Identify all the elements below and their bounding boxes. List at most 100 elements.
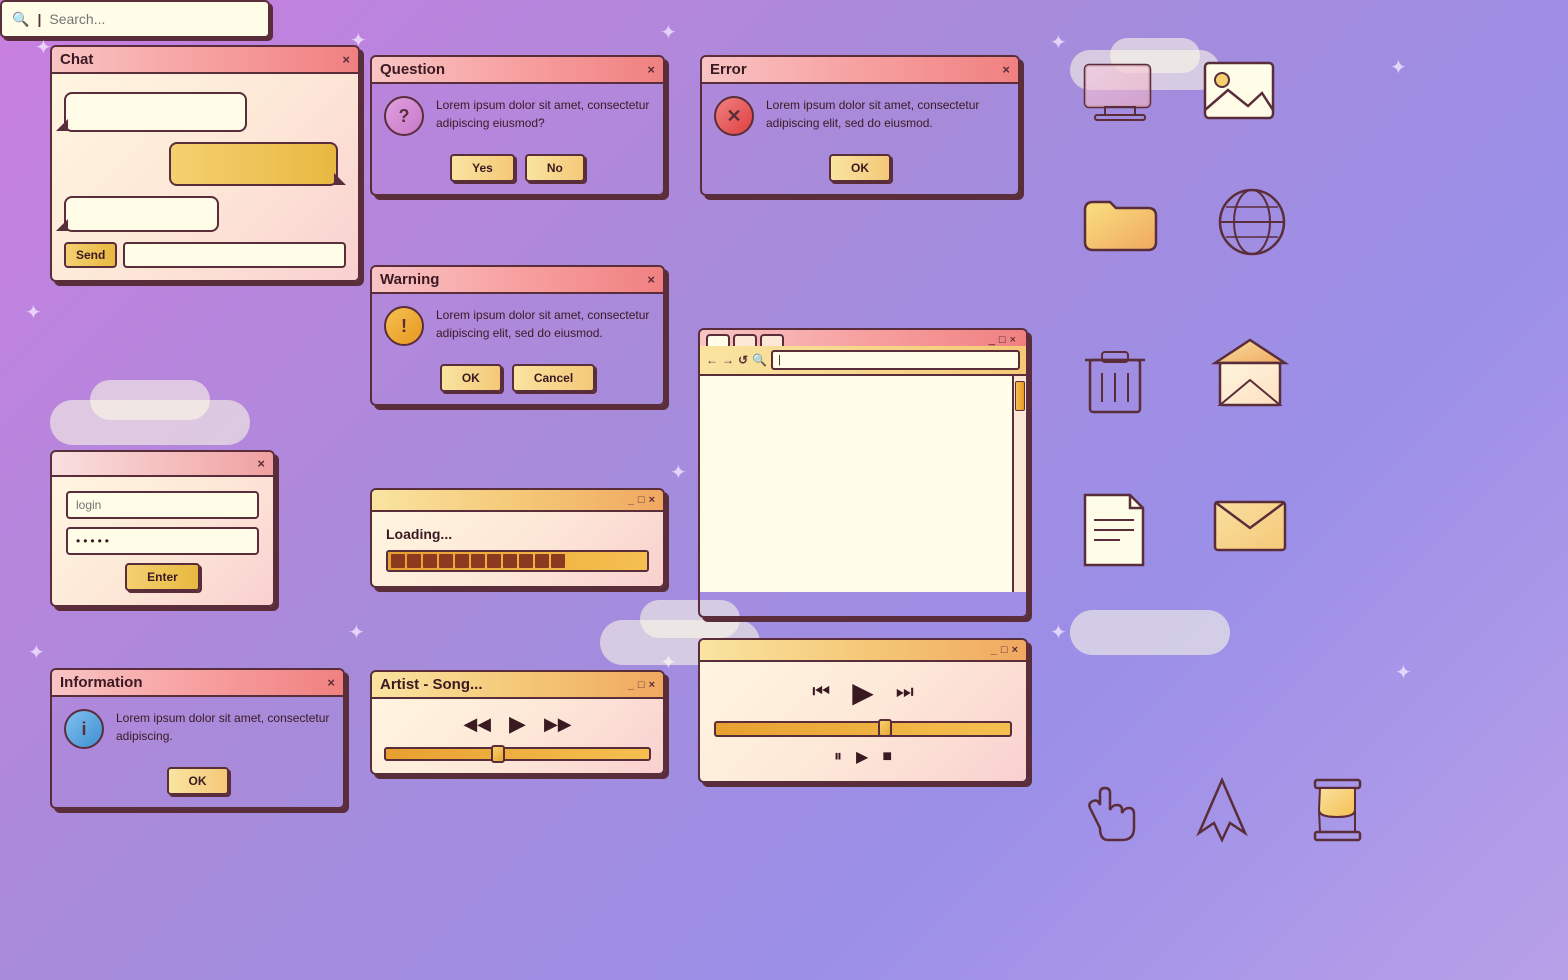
music-large-body: ⏮ ▶ ⏭ ⏸ ▶ ■ bbox=[700, 662, 1026, 781]
stop-button[interactable]: ■ bbox=[882, 748, 892, 766]
pause-button[interactable]: ⏸ bbox=[834, 748, 842, 766]
loading-close-btn[interactable]: × bbox=[649, 494, 655, 506]
folder-icon-container bbox=[1080, 190, 1160, 260]
login-input[interactable] bbox=[66, 491, 259, 519]
music-large-slider[interactable] bbox=[714, 721, 1012, 737]
browser-close-btn[interactable]: × bbox=[1010, 334, 1016, 346]
question-icon: ? bbox=[384, 96, 424, 136]
music-small-thumb[interactable] bbox=[491, 745, 505, 763]
trash-icon-container bbox=[1080, 340, 1150, 425]
browser-tab-2[interactable] bbox=[733, 334, 757, 346]
prev-button[interactable]: ⏮ bbox=[812, 681, 830, 704]
music-large-top-controls: ⏮ ▶ ⏭ bbox=[714, 676, 1012, 709]
warning-cancel-button[interactable]: Cancel bbox=[512, 364, 595, 392]
chat-close-btn[interactable]: × bbox=[342, 52, 350, 67]
browser-max-btn[interactable]: □ bbox=[999, 334, 1006, 346]
login-close-btn[interactable]: × bbox=[257, 456, 265, 471]
computer-icon[interactable] bbox=[1080, 60, 1160, 130]
warning-window: Warning × ! Lorem ipsum dolor sit amet, … bbox=[370, 265, 665, 406]
music-large-min[interactable]: _ bbox=[991, 644, 997, 656]
browser-min-btn[interactable]: _ bbox=[989, 334, 995, 346]
reload-button[interactable]: ↺ bbox=[738, 353, 748, 367]
browser-content bbox=[700, 376, 1026, 592]
open-mail-icon[interactable] bbox=[1210, 335, 1290, 410]
browser-scrollbar[interactable] bbox=[1012, 376, 1026, 592]
trash-icon[interactable] bbox=[1080, 340, 1150, 420]
hand-cursor-icon-container bbox=[1080, 778, 1145, 853]
loading-min-btn[interactable]: _ bbox=[628, 494, 634, 506]
image-icon[interactable] bbox=[1200, 58, 1280, 128]
search-bar: 🔍 | bbox=[0, 0, 270, 38]
sparkle-10: ✦ bbox=[28, 640, 45, 665]
question-close-btn[interactable]: × bbox=[647, 62, 655, 77]
chat-title: Chat bbox=[60, 51, 93, 68]
forward-button[interactable]: → bbox=[722, 353, 734, 367]
chat-input-row: Send bbox=[64, 242, 346, 268]
play-button-large-2[interactable]: ▶ bbox=[856, 747, 868, 767]
loading-max-btn[interactable]: □ bbox=[638, 494, 645, 506]
loading-titlebar: _ □ × bbox=[372, 490, 663, 512]
music-small-title: Artist - Song... bbox=[380, 676, 483, 693]
browser-address-input[interactable] bbox=[771, 350, 1020, 370]
chat-bubble-1 bbox=[64, 92, 247, 132]
warning-close-btn[interactable]: × bbox=[647, 272, 655, 287]
chat-input[interactable] bbox=[123, 242, 346, 268]
sparkle-9: ✦ bbox=[1050, 620, 1067, 645]
hourglass-icon bbox=[1310, 775, 1365, 845]
login-body: Enter bbox=[52, 477, 273, 605]
no-button[interactable]: No bbox=[525, 154, 585, 182]
arrow-cursor-icon bbox=[1195, 775, 1250, 845]
globe-icon-container bbox=[1215, 185, 1290, 265]
error-window: Error × ✕ Lorem ipsum dolor sit amet, co… bbox=[700, 55, 1020, 196]
play-button-small[interactable]: ▶ bbox=[509, 711, 526, 737]
music-small-max[interactable]: □ bbox=[638, 679, 645, 691]
login-titlebar: × bbox=[52, 452, 273, 477]
password-input[interactable] bbox=[66, 527, 259, 555]
next-button[interactable]: ⏭ bbox=[896, 681, 914, 704]
music-player-large: _ □ × ⏮ ▶ ⏭ ⏸ ▶ ■ bbox=[698, 638, 1028, 783]
cloud-2 bbox=[90, 380, 210, 420]
arrow-cursor-icon-container bbox=[1195, 775, 1250, 850]
error-titlebar: Error × bbox=[702, 57, 1018, 84]
folder-icon[interactable] bbox=[1080, 190, 1160, 255]
error-ok-button[interactable]: OK bbox=[829, 154, 891, 182]
error-close-btn[interactable]: × bbox=[1002, 62, 1010, 77]
question-titlebar: Question × bbox=[372, 57, 663, 84]
rewind-button[interactable]: ◀◀ bbox=[463, 714, 491, 735]
chat-body: Send bbox=[52, 74, 358, 280]
info-title: Information bbox=[60, 674, 143, 691]
send-button[interactable]: Send bbox=[64, 242, 117, 268]
warning-icon: ! bbox=[384, 306, 424, 346]
search-input[interactable] bbox=[49, 11, 258, 27]
yes-button[interactable]: Yes bbox=[450, 154, 515, 182]
document-icon[interactable] bbox=[1080, 490, 1148, 570]
browser-window: _ □ × ← → ↺ 🔍 bbox=[698, 328, 1028, 618]
warning-buttons: OK Cancel bbox=[372, 358, 663, 404]
browser-toolbar: ← → ↺ 🔍 bbox=[700, 346, 1026, 376]
chat-bubble-3 bbox=[64, 196, 219, 232]
music-large-thumb[interactable] bbox=[878, 719, 892, 737]
closed-mail-icon[interactable] bbox=[1210, 490, 1290, 555]
search-icon-browser: 🔍 bbox=[752, 353, 767, 367]
globe-icon[interactable] bbox=[1215, 185, 1290, 260]
warning-text: Lorem ipsum dolor sit amet, consectetur … bbox=[436, 306, 651, 342]
back-button[interactable]: ← bbox=[706, 353, 718, 367]
music-large-max[interactable]: □ bbox=[1001, 644, 1008, 656]
error-buttons: OK bbox=[702, 148, 1018, 194]
browser-tab-3[interactable] bbox=[760, 334, 784, 346]
info-ok-button[interactable]: OK bbox=[167, 767, 229, 795]
music-small-slider[interactable] bbox=[384, 747, 651, 761]
play-button-large[interactable]: ▶ bbox=[852, 676, 874, 709]
forward-button-small[interactable]: ▶▶ bbox=[544, 714, 572, 735]
info-close-btn[interactable]: × bbox=[327, 675, 335, 690]
scroll-thumb[interactable] bbox=[1015, 381, 1025, 411]
music-large-close[interactable]: × bbox=[1012, 644, 1018, 656]
music-small-close[interactable]: × bbox=[649, 679, 655, 691]
hourglass-icon-container bbox=[1310, 775, 1365, 850]
browser-tabs: _ □ × bbox=[700, 330, 1026, 346]
browser-tab-1[interactable] bbox=[706, 334, 730, 346]
music-small-titlebar: Artist - Song... _ □ × bbox=[372, 672, 663, 699]
enter-button[interactable]: Enter bbox=[125, 563, 200, 591]
music-small-min[interactable]: _ bbox=[628, 679, 634, 691]
warning-ok-button[interactable]: OK bbox=[440, 364, 502, 392]
